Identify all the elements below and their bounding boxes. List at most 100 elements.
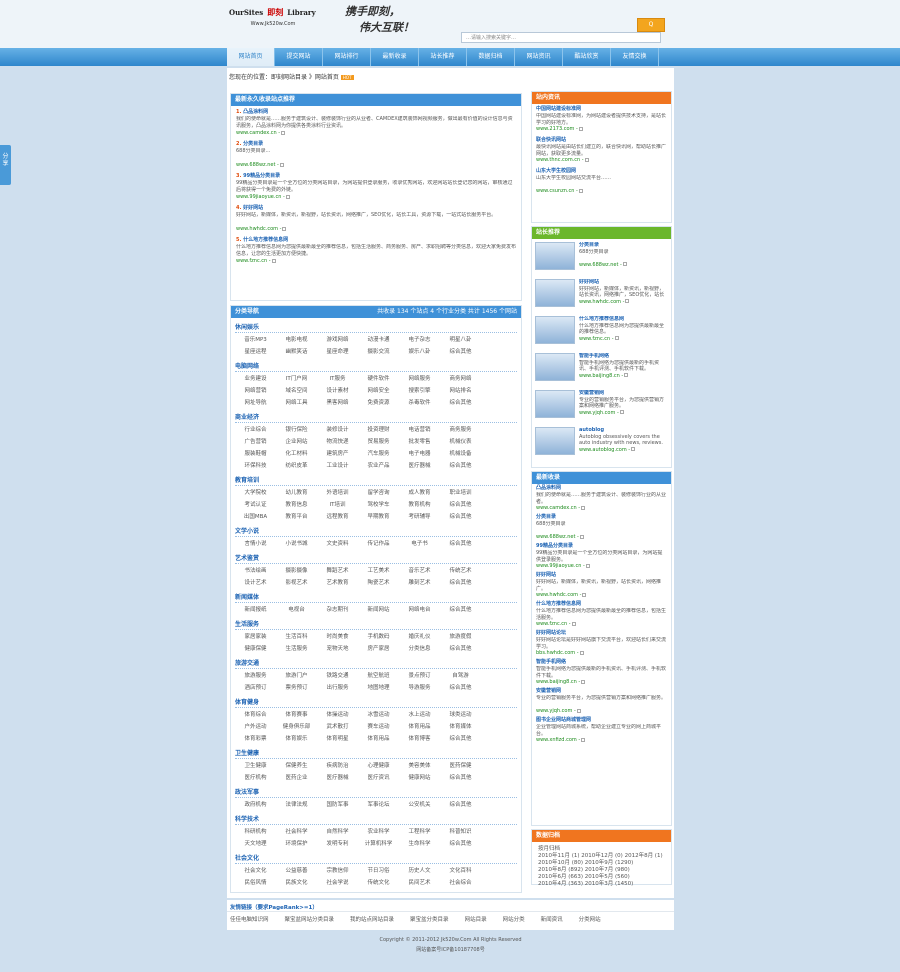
category-link[interactable]: 社会综合 bbox=[440, 878, 481, 886]
category-link[interactable]: 医疗机构 bbox=[235, 773, 276, 781]
category-link[interactable]: 综合其他 bbox=[440, 605, 481, 613]
side-item-title[interactable]: 好好网站 bbox=[536, 572, 667, 579]
snapshot-icon[interactable] bbox=[281, 130, 286, 135]
category-link[interactable]: 企业网站 bbox=[276, 437, 317, 445]
category-link[interactable]: 小说书城 bbox=[276, 539, 317, 547]
category-link[interactable]: 酒店预订 bbox=[235, 683, 276, 691]
snapshot-icon[interactable] bbox=[585, 563, 590, 568]
category-link[interactable]: 冰雪运动 bbox=[358, 710, 399, 718]
category-link[interactable]: 大学院校 bbox=[235, 488, 276, 496]
category-link[interactable]: 域名空间 bbox=[276, 386, 317, 394]
side-item-url[interactable]: www.camdex.cn - bbox=[536, 505, 667, 512]
category-heading[interactable]: 艺术鉴赏 bbox=[235, 551, 517, 564]
category-heading[interactable]: 社会文化 bbox=[235, 851, 517, 864]
category-link[interactable]: 医疗资讯 bbox=[358, 773, 399, 781]
category-link[interactable]: 医疗器械 bbox=[399, 461, 440, 469]
category-link[interactable]: 言情小说 bbox=[235, 539, 276, 547]
friend-link[interactable]: 分类网站 bbox=[579, 915, 601, 923]
category-link[interactable]: 明星八卦 bbox=[440, 335, 481, 343]
snapshot-icon[interactable] bbox=[571, 621, 576, 626]
category-link[interactable]: 早期教育 bbox=[358, 512, 399, 520]
category-link[interactable]: 综合其他 bbox=[440, 539, 481, 547]
category-link[interactable]: 生活百科 bbox=[276, 632, 317, 640]
friend-link[interactable]: 网站目录 bbox=[465, 915, 487, 923]
category-link[interactable]: 体育赛事 bbox=[276, 710, 317, 718]
category-link[interactable]: 科普知识 bbox=[440, 827, 481, 835]
category-link[interactable]: 影视艺术 bbox=[276, 578, 317, 586]
category-link[interactable]: 音乐MP3 bbox=[235, 335, 276, 343]
category-link[interactable]: 综合其他 bbox=[440, 512, 481, 520]
site-url[interactable]: www.yjqh.com - bbox=[579, 410, 668, 417]
category-link[interactable]: 健身俱乐部 bbox=[276, 722, 317, 730]
category-link[interactable]: 卫生健康 bbox=[235, 761, 276, 769]
recommend-item-title[interactable]: 1. 凸品涂料网 bbox=[236, 109, 516, 116]
category-link[interactable]: 工业设计 bbox=[317, 461, 358, 469]
snapshot-icon[interactable] bbox=[576, 708, 581, 713]
side-item-title[interactable]: 安徽营销网 bbox=[536, 688, 667, 695]
side-item-url[interactable]: www.99jiaoyue.cn - bbox=[536, 563, 667, 570]
search-button[interactable]: Q bbox=[637, 18, 665, 32]
category-link[interactable]: 时尚美食 bbox=[317, 632, 358, 640]
snapshot-icon[interactable] bbox=[579, 650, 584, 655]
category-link[interactable]: 体育用品 bbox=[358, 734, 399, 742]
site-url[interactable]: www.autoblog.com - bbox=[579, 447, 668, 454]
category-link[interactable]: 星座命理 bbox=[317, 347, 358, 355]
category-link[interactable]: 新闻网站 bbox=[358, 605, 399, 613]
category-heading[interactable]: 政法军事 bbox=[235, 785, 517, 798]
category-link[interactable]: 民俗风情 bbox=[235, 878, 276, 886]
nav-item[interactable]: 站长推荐 bbox=[419, 48, 467, 66]
category-link[interactable]: 旅游度假 bbox=[440, 632, 481, 640]
side-item-title[interactable]: 中国网站建设标准网 bbox=[536, 106, 667, 113]
category-link[interactable]: 投资理财 bbox=[358, 425, 399, 433]
category-link[interactable]: 电子电器 bbox=[399, 449, 440, 457]
category-link[interactable]: 网络安全 bbox=[358, 386, 399, 394]
category-link[interactable]: 服装鞋帽 bbox=[235, 449, 276, 457]
snapshot-icon[interactable] bbox=[282, 226, 287, 231]
category-link[interactable]: 职业培训 bbox=[440, 488, 481, 496]
category-link[interactable]: 网络电台 bbox=[399, 605, 440, 613]
category-link[interactable]: 业务建设 bbox=[235, 374, 276, 382]
snapshot-icon[interactable] bbox=[271, 258, 276, 263]
category-link[interactable]: 建筑房产 bbox=[317, 449, 358, 457]
category-link[interactable]: IT服务 bbox=[317, 374, 358, 382]
category-link[interactable]: 旅游服务 bbox=[235, 671, 276, 679]
category-link[interactable]: 农业产品 bbox=[358, 461, 399, 469]
archive-month-row[interactable]: 2010年11月 (1) 2010年12月 (0) 2012年8月 (1) bbox=[538, 853, 665, 860]
category-link[interactable]: 发明专利 bbox=[317, 839, 358, 847]
category-link[interactable]: 历史人文 bbox=[399, 866, 440, 874]
category-link[interactable]: 综合其他 bbox=[440, 644, 481, 652]
category-link[interactable]: 医疗器械 bbox=[317, 773, 358, 781]
category-link[interactable]: 幼儿教育 bbox=[276, 488, 317, 496]
category-link[interactable]: 综合其他 bbox=[440, 500, 481, 508]
category-link[interactable]: 民间艺术 bbox=[399, 878, 440, 886]
category-heading[interactable]: 教育培训 bbox=[235, 473, 517, 486]
category-link[interactable]: 婚庆礼仪 bbox=[399, 632, 440, 640]
category-link[interactable]: 美容美体 bbox=[399, 761, 440, 769]
category-link[interactable]: 综合其他 bbox=[440, 800, 481, 808]
category-link[interactable]: 搜索引擎 bbox=[399, 386, 440, 394]
category-link[interactable]: 民族文化 bbox=[276, 878, 317, 886]
snapshot-icon[interactable] bbox=[579, 534, 584, 539]
side-item-title[interactable]: 联合快讯网站 bbox=[536, 137, 667, 144]
category-link[interactable]: 综合其他 bbox=[440, 578, 481, 586]
category-link[interactable]: 贸易服务 bbox=[358, 437, 399, 445]
site-thumbnail[interactable] bbox=[535, 279, 575, 307]
category-link[interactable]: 环保科技 bbox=[235, 461, 276, 469]
category-link[interactable]: 教育平台 bbox=[276, 512, 317, 520]
category-link[interactable]: 电话营销 bbox=[399, 425, 440, 433]
category-link[interactable]: 环境保护 bbox=[276, 839, 317, 847]
snapshot-icon[interactable] bbox=[285, 194, 290, 199]
category-link[interactable]: 成人教育 bbox=[399, 488, 440, 496]
nav-item[interactable]: 网站首页 bbox=[227, 48, 275, 66]
category-link[interactable]: 体育用品 bbox=[399, 722, 440, 730]
site-thumbnail[interactable] bbox=[535, 316, 575, 344]
category-link[interactable]: 体操运动 bbox=[317, 710, 358, 718]
category-link[interactable]: 机械仪表 bbox=[440, 437, 481, 445]
category-heading[interactable]: 休闲娱乐 bbox=[235, 320, 517, 333]
recommend-item-title[interactable]: 3. 99精品分类目录 bbox=[236, 173, 516, 180]
category-link[interactable]: 体育博客 bbox=[399, 734, 440, 742]
category-link[interactable]: 公安机关 bbox=[399, 800, 440, 808]
recommend-item-title[interactable]: 2. 分类目录 bbox=[236, 141, 516, 148]
category-link[interactable]: 出国MBA bbox=[235, 512, 276, 520]
category-link[interactable]: 电影电视 bbox=[276, 335, 317, 343]
